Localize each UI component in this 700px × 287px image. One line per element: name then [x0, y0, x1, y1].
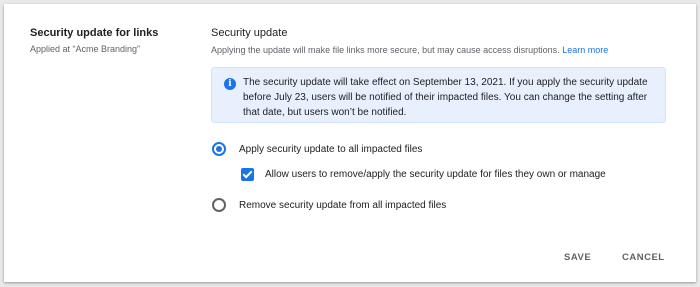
section-title: Security update	[211, 27, 288, 39]
settings-card: Security update for links Applied at “Ac…	[4, 4, 696, 282]
learn-more-link[interactable]: Learn more	[562, 45, 608, 55]
cancel-button[interactable]: CANCEL	[622, 252, 665, 263]
apply-all-label: Apply security update to all impacted fi…	[239, 143, 423, 155]
remove-all-radio[interactable]	[212, 198, 226, 212]
remove-all-label: Remove security update from all impacted…	[239, 199, 447, 211]
allow-users-checkbox[interactable]	[241, 168, 254, 181]
section-description-text: Applying the update will make file links…	[211, 45, 560, 55]
option-apply-all[interactable]: Apply security update to all impacted fi…	[212, 142, 422, 156]
setting-applied-at: Applied at “Acme Branding”	[30, 44, 141, 54]
setting-content: Security update Applying the update will…	[211, 26, 671, 56]
option-allow-users[interactable]: Allow users to remove/apply the security…	[241, 168, 606, 181]
apply-all-radio[interactable]	[212, 142, 226, 156]
setting-title: Security update for links	[30, 27, 159, 39]
save-button[interactable]: SAVE	[564, 252, 591, 263]
allow-users-label: Allow users to remove/apply the security…	[265, 169, 606, 180]
info-banner: i The security update will take effect o…	[211, 67, 666, 123]
setting-header: Security update for links Applied at “Ac…	[30, 26, 190, 55]
option-remove-all[interactable]: Remove security update from all impacted…	[212, 198, 446, 212]
info-banner-text: The security update will take effect on …	[243, 77, 648, 118]
info-icon: i	[224, 78, 236, 90]
section-description: Applying the update will make file links…	[211, 45, 671, 56]
